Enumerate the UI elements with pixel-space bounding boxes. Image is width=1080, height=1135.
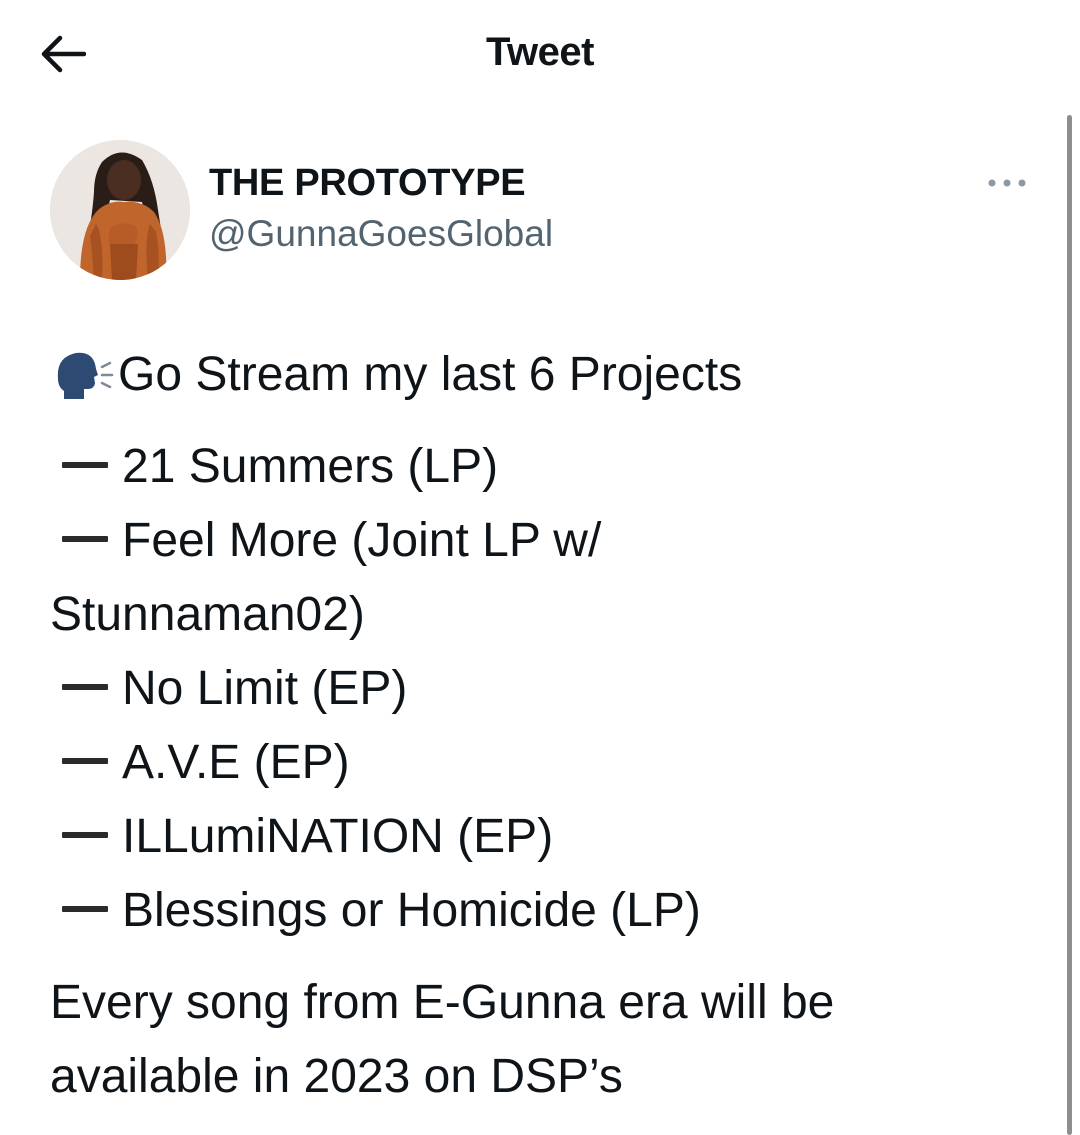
tweet-text: Go Stream my last 6 Projects 21 Summers … — [50, 338, 1010, 1114]
list-item: Feel More (Joint LP w/ — [50, 504, 1010, 578]
list-item: No Limit (EP) — [50, 652, 1010, 726]
avatar-image — [50, 140, 190, 280]
project-title: 21 Summers (LP) — [122, 440, 499, 493]
project-title: Blessings or Homicide (LP) — [122, 884, 701, 937]
author-handle[interactable]: @GunnaGoesGlobal — [209, 213, 553, 255]
top-bar: Tweet — [0, 0, 1080, 110]
project-title: ILLumiNATION (EP) — [122, 810, 554, 863]
tweet-page: Tweet THE PROTOTYPE @GunnaGoesGlobal Go … — [0, 0, 1080, 1135]
dash-bullet — [62, 758, 108, 765]
project-title: A.V.E (EP) — [122, 736, 350, 789]
project-title-continuation: Stunnaman02) — [50, 588, 365, 641]
tweet-outro-text: Every song from E-Gunna era will be avai… — [50, 976, 835, 1103]
page-title: Tweet — [486, 30, 594, 74]
speaking-head-icon — [57, 352, 114, 399]
list-item: 21 Summers (LP) — [50, 430, 1010, 504]
dash-bullet — [62, 832, 108, 839]
list-item-continuation: Stunnaman02) — [50, 578, 1010, 652]
project-title: Feel More (Joint LP w/ — [122, 514, 602, 567]
dash-bullet — [62, 684, 108, 691]
list-item: Blessings or Homicide (LP) — [50, 874, 1010, 948]
more-options-icon — [988, 179, 1026, 187]
project-title: No Limit (EP) — [122, 662, 408, 715]
dash-bullet — [62, 906, 108, 913]
dash-bullet — [62, 536, 108, 543]
scrollbar[interactable] — [1067, 115, 1072, 1135]
list-item: ILLumiNATION (EP) — [50, 800, 1010, 874]
tweet-intro-line: Go Stream my last 6 Projects — [50, 338, 1010, 412]
dash-bullet — [62, 462, 108, 469]
tweet-intro-text: Go Stream my last 6 Projects — [118, 348, 743, 401]
list-item: A.V.E (EP) — [50, 726, 1010, 800]
more-options-button[interactable] — [982, 166, 1032, 200]
author-display-name[interactable]: THE PROTOTYPE — [209, 162, 526, 205]
avatar[interactable] — [50, 140, 190, 280]
